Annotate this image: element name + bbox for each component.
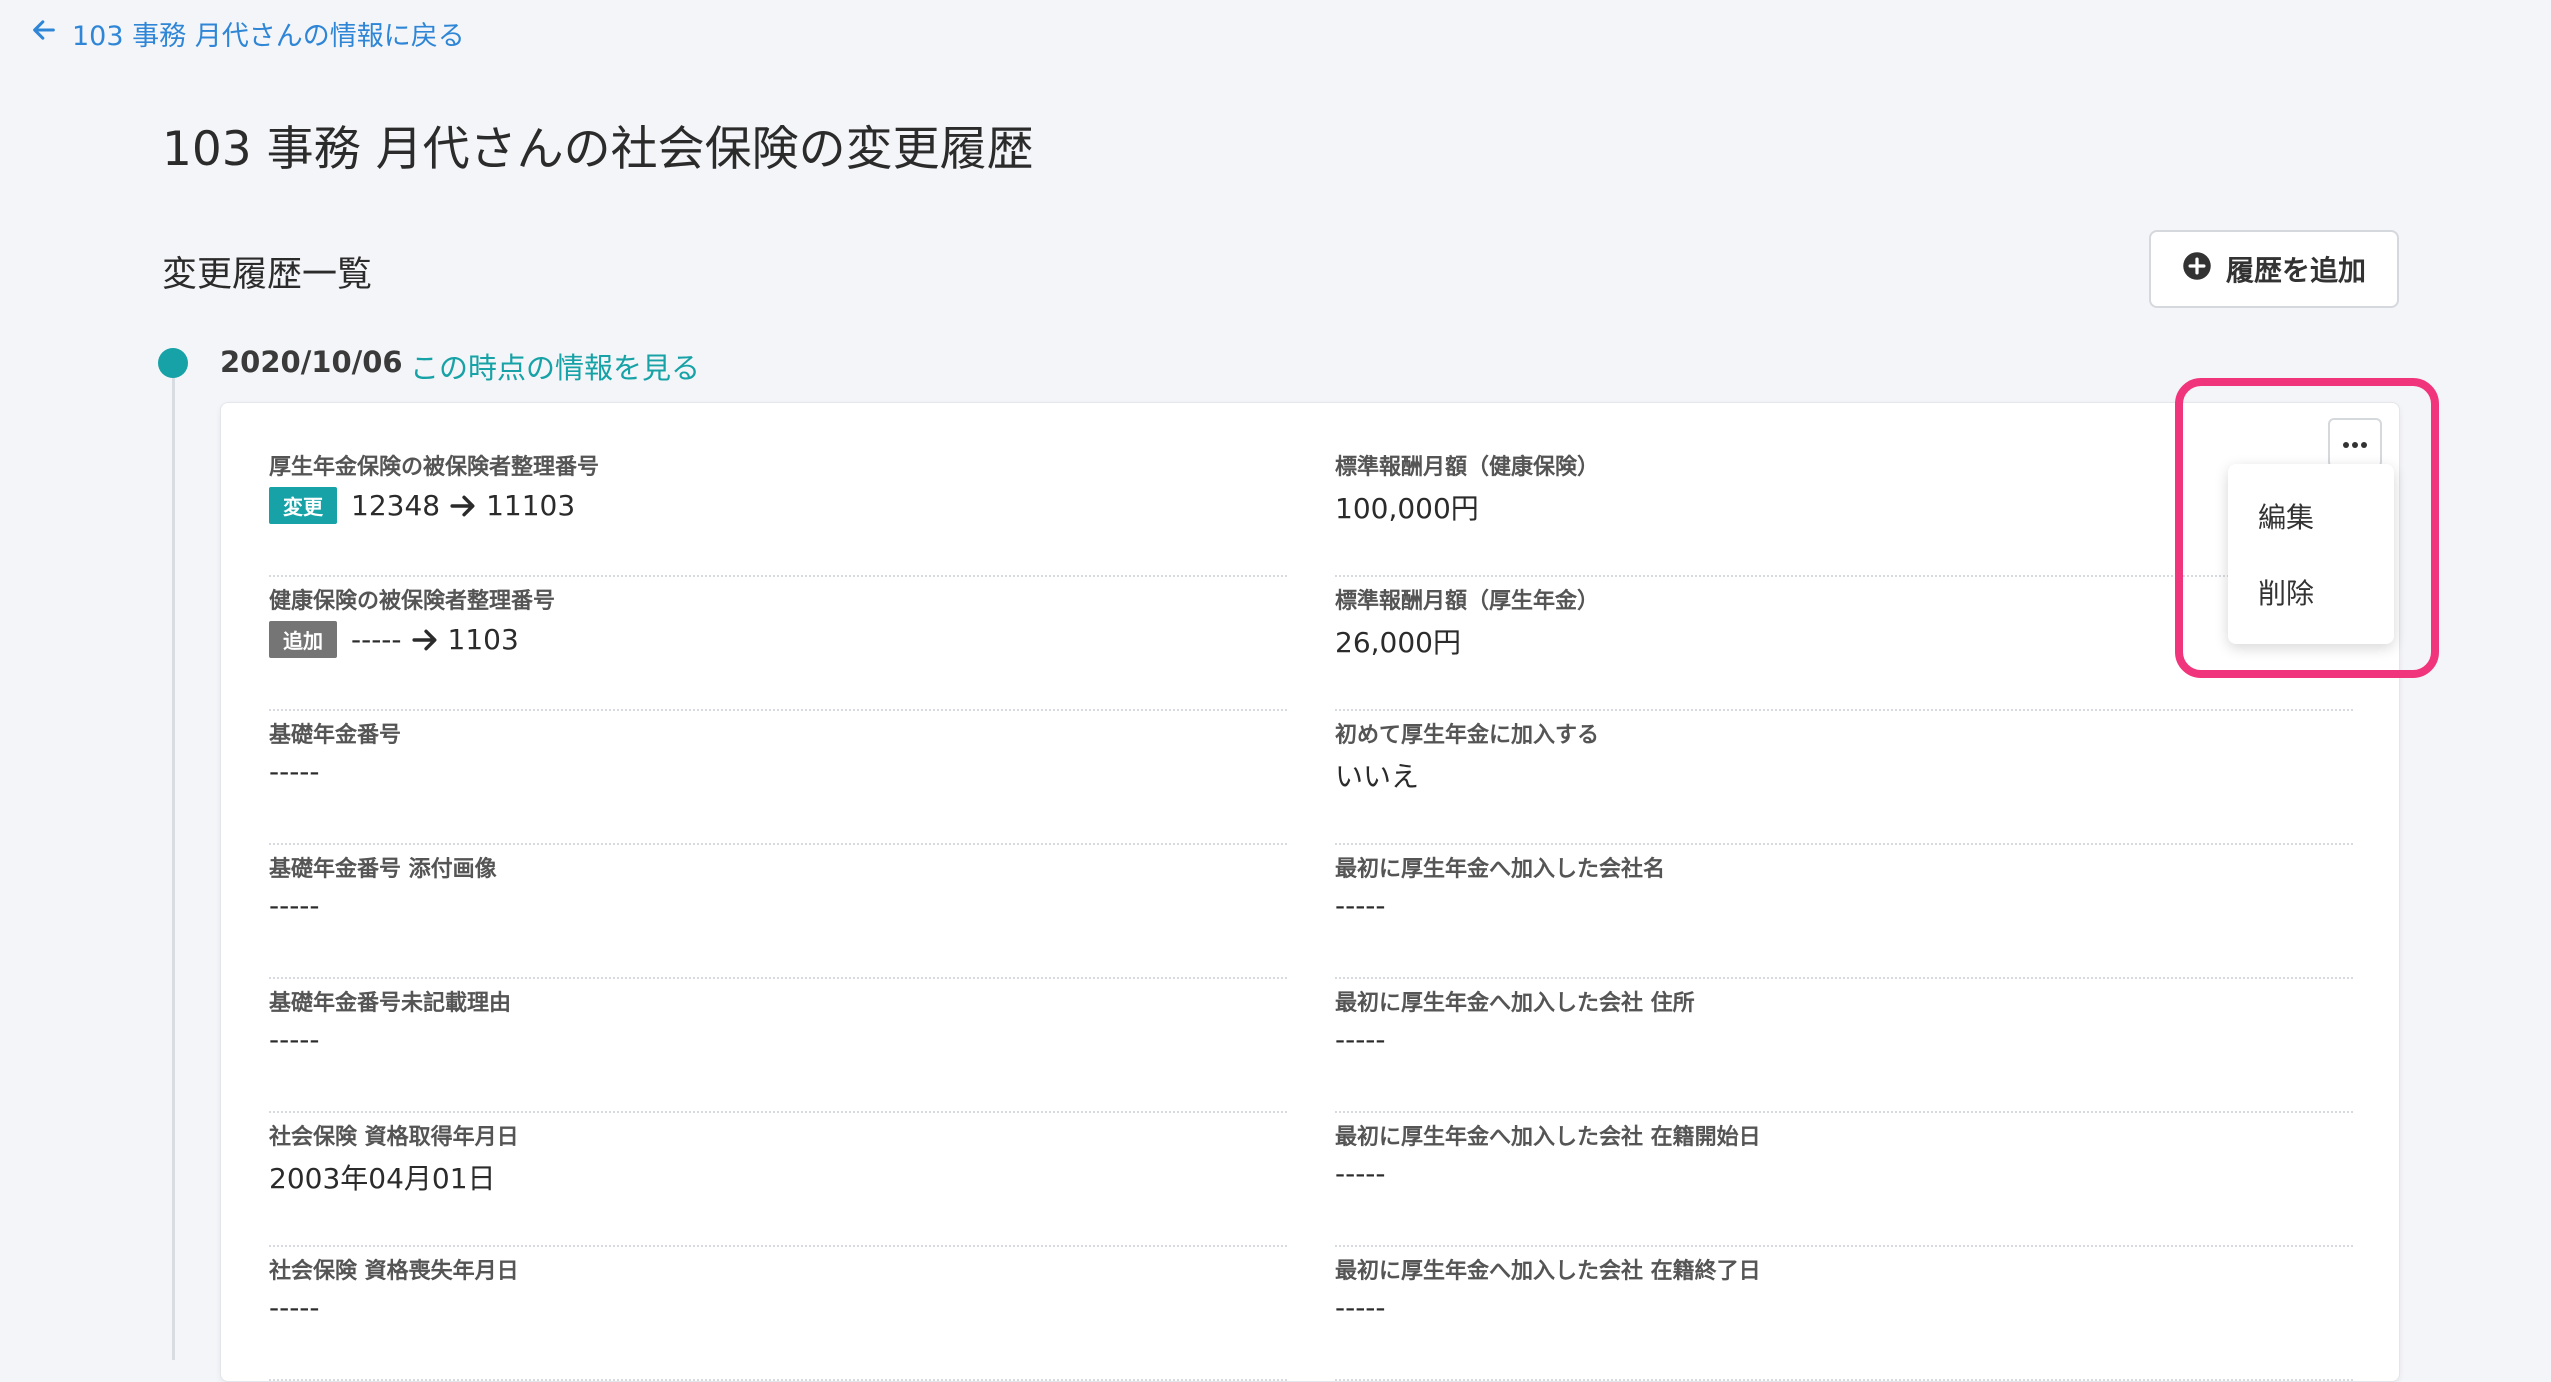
new-value: 1103 [447,623,519,656]
field-value: いいえ [1335,760,1420,793]
change-badge: 変更 [269,487,337,524]
old-value: ----- [351,623,402,656]
timeline-line [172,360,175,1360]
field-standard-salary-health: 標準報酬月額（健康保険） 100,000円 [1335,443,2353,577]
field-first-company-address: 最初に厚生年金へ加入した会社 住所 ----- [1335,979,2353,1113]
field-value: ----- [1335,1023,1386,1056]
view-snapshot-link[interactable]: この時点の情報を見る [410,345,700,387]
add-history-button-label: 履歴を追加 [2225,254,2366,287]
field-value: 2003年04月01日 [269,1162,496,1195]
field-value: ----- [1335,889,1386,922]
field-label: 標準報酬月額（厚生年金） [1335,589,1600,614]
field-label: 基礎年金番号 添付画像 [269,857,497,882]
field-basic-pension-image: 基礎年金番号 添付画像 ----- [269,845,1287,979]
field-first-company-start-date: 最初に厚生年金へ加入した会社 在籍開始日 ----- [1335,1113,2353,1247]
field-pension-insured-number: 厚生年金保険の被保険者整理番号 変更 12348 11103 [269,443,1287,577]
field-basic-pension-number: 基礎年金番号 ----- [269,711,1287,845]
add-history-button[interactable]: 履歴を追加 [2149,230,2399,308]
timeline-dot [158,348,188,378]
add-badge: 追加 [269,621,337,658]
field-value: ----- [269,1023,320,1056]
field-label: 最初に厚生年金へ加入した会社 在籍開始日 [1335,1125,1761,1150]
field-label: 厚生年金保険の被保険者整理番号 [269,455,600,480]
ellipsis-icon [2342,434,2368,453]
field-label: 最初に厚生年金へ加入した会社 在籍終了日 [1335,1259,1761,1284]
right-field-column: 標準報酬月額（健康保険） 100,000円 標準報酬月額（厚生年金） 26,00… [1335,443,2353,1381]
field-first-company-name: 最初に厚生年金へ加入した会社名 ----- [1335,845,2353,979]
field-first-pension-enrollment: 初めて厚生年金に加入する いいえ [1335,711,2353,845]
field-value: ----- [269,889,320,922]
back-link-label: 103 事務 月代さんの情報に戻る [72,21,465,52]
field-value: ----- [269,755,320,788]
field-label: 社会保険 資格喪失年月日 [269,1259,519,1284]
entry-date: 2020/10/06 [220,345,403,379]
page-title: 103 事務 月代さんの社会保険の変更履歴 [162,122,1034,177]
arrow-right-icon [450,494,476,518]
menu-item-edit[interactable]: 編集 [2258,496,2314,536]
field-basic-pension-missing-reason: 基礎年金番号未記載理由 ----- [269,979,1287,1113]
field-first-company-end-date: 最初に厚生年金へ加入した会社 在籍終了日 ----- [1335,1247,2353,1381]
field-value: 追加 ----- 1103 [269,621,519,658]
field-label: 初めて厚生年金に加入する [1335,723,1600,748]
section-title: 変更履歴一覧 [162,255,373,295]
arrow-left-icon [30,16,58,51]
field-value: 100,000円 [1335,492,1479,525]
field-insurance-acquired-date: 社会保険 資格取得年月日 2003年04月01日 [269,1113,1287,1247]
field-label: 最初に厚生年金へ加入した会社名 [1335,857,1666,882]
field-label: 最初に厚生年金へ加入した会社 住所 [1335,991,1695,1016]
field-standard-salary-pension: 標準報酬月額（厚生年金） 26,000円 [1335,577,2353,711]
field-value: 変更 12348 11103 [269,487,575,524]
field-label: 健康保険の被保険者整理番号 [269,589,556,614]
plus-circle-icon [2182,251,2212,288]
field-label: 標準報酬月額（健康保険） [1335,455,1600,480]
field-health-insured-number: 健康保険の被保険者整理番号 追加 ----- 1103 [269,577,1287,711]
new-value: 11103 [486,489,576,522]
more-actions-button[interactable] [2328,418,2382,468]
old-value: 12348 [351,489,441,522]
field-label: 基礎年金番号 [269,723,402,748]
field-insurance-lost-date: 社会保険 資格喪失年月日 ----- [269,1247,1287,1381]
field-value: ----- [269,1291,320,1324]
left-field-column: 厚生年金保険の被保険者整理番号 変更 12348 11103 健康保険の被保険者… [269,443,1287,1381]
field-value: ----- [1335,1157,1386,1190]
menu-item-delete[interactable]: 削除 [2258,572,2314,612]
history-entry-card: 厚生年金保険の被保険者整理番号 変更 12348 11103 健康保険の被保険者… [220,402,2400,1382]
actions-dropdown-menu: 編集 削除 [2228,464,2394,644]
field-value: ----- [1335,1291,1386,1324]
arrow-right-icon [411,628,438,652]
field-label: 社会保険 資格取得年月日 [269,1125,519,1150]
field-value: 26,000円 [1335,626,1461,659]
field-label: 基礎年金番号未記載理由 [269,991,512,1016]
back-link[interactable]: 103 事務 月代さんの情報に戻る [30,14,465,53]
